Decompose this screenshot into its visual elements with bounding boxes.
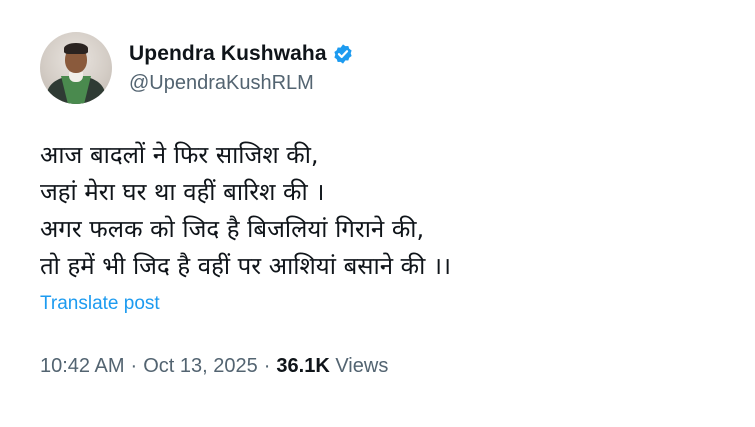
verified-badge-icon [334,43,352,64]
author-display-name[interactable]: Upendra Kushwaha [129,42,327,66]
avatar-collar [69,72,83,82]
views-label[interactable]: Views [335,355,388,377]
post-text-line: तो हमें भी जिद है वहीं पर आशियां बसाने क… [40,252,452,280]
post-text-line: जहां मेरा घर था वहीं बारिश की । [40,178,325,206]
views-count[interactable]: 36.1K [276,355,329,377]
post-text: आज बादलों ने फिर साजिश की, जहां मेरा घर … [40,137,755,285]
author-handle[interactable]: @UpendraKushRLM [129,72,354,95]
avatar[interactable] [40,32,112,104]
author-info: Upendra Kushwaha @UpendraKushRLM [129,42,354,95]
name-row: Upendra Kushwaha [129,42,354,66]
tweet-card: Upendra Kushwaha @UpendraKushRLM आज बादल… [0,0,755,427]
post-text-line: आज बादलों ने फिर साजिश की, [40,141,319,169]
translate-post-link[interactable]: Translate post [40,293,160,315]
post-time[interactable]: 10:42 AM [40,355,125,377]
meta-separator: · [263,355,271,377]
avatar-hair [64,43,88,54]
post-date[interactable]: Oct 13, 2025 [143,355,258,377]
post-metadata: 10:42 AM · Oct 13, 2025 · 36.1K Views [40,355,755,378]
post-header: Upendra Kushwaha @UpendraKushRLM [40,32,755,104]
meta-separator: · [130,355,138,377]
post-text-line: अगर फलक को जिद है बिजलियां गिराने की, [40,215,425,243]
